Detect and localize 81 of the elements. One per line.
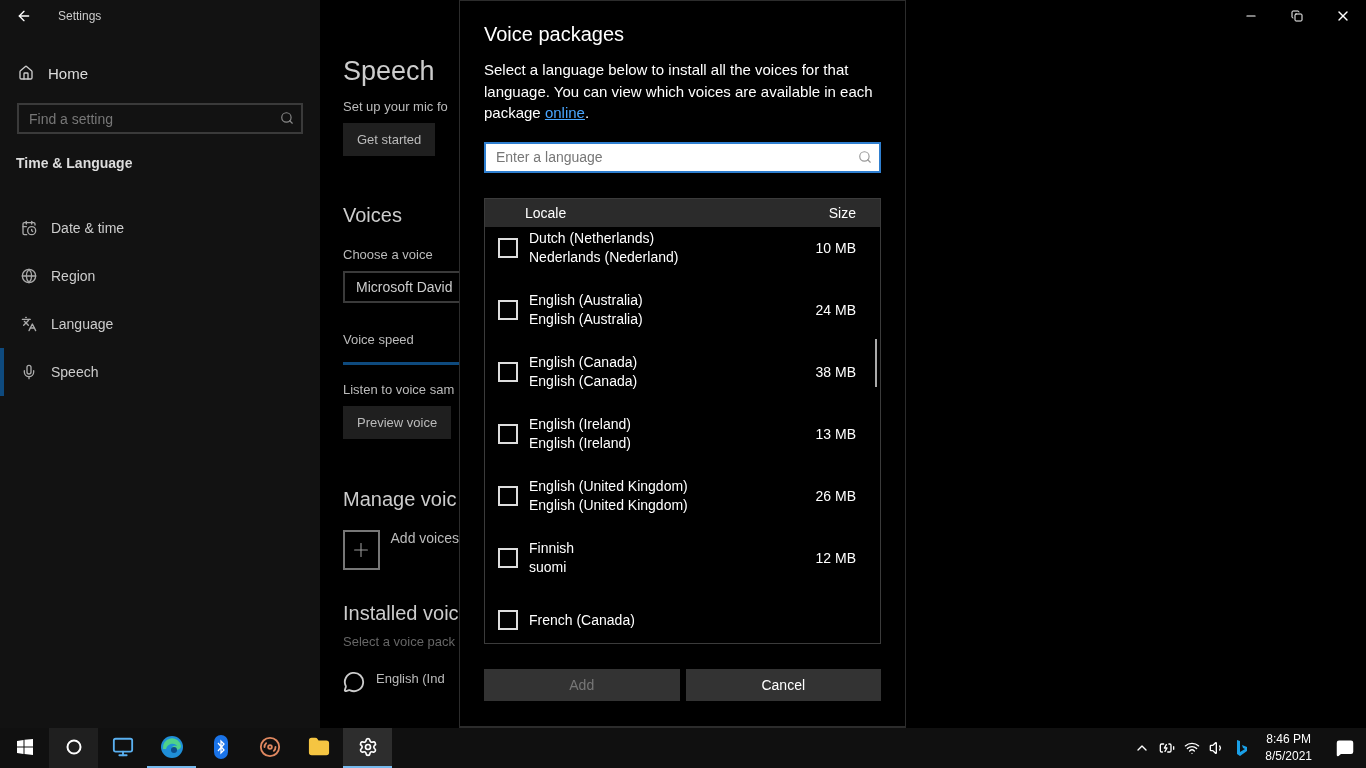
computer-icon (111, 736, 134, 758)
package-size: 12 MB (815, 549, 856, 566)
column-header[interactable]: Size (828, 204, 856, 221)
intro-text: Set up your mic fo (343, 99, 449, 114)
home-icon (18, 65, 34, 81)
dialog-description: Select a language below to install all the voices for that language. You can view which voices are available in each package online. (484, 60, 874, 123)
add-voices-label: Add voices (390, 530, 459, 546)
package-size: 10 MB (815, 239, 856, 256)
locale-name: English (Canada) (529, 353, 639, 371)
microphone-icon (21, 364, 37, 380)
taskbar-clock[interactable]: 8:46 PM 8/5/2021 (1265, 731, 1312, 765)
speech-icon (343, 671, 365, 693)
window-title: Settings (58, 9, 102, 23)
checkbox[interactable] (498, 361, 518, 382)
calendar-icon (21, 220, 37, 236)
preview-voice-button[interactable]: Preview voice (343, 406, 452, 439)
home-link[interactable]: Home (18, 56, 320, 90)
field-label: Listen to voice sam (343, 382, 456, 397)
language-search-field[interactable]: Enter a language (484, 141, 881, 173)
cortana-button[interactable] (49, 728, 98, 768)
locale-name: English (Australia) (529, 291, 644, 309)
windows-logo-icon (16, 739, 33, 755)
locale-native-name: Nederlands (Nederland) (529, 248, 680, 266)
locale-native-name: English (United Kingdom) (529, 496, 689, 514)
package-size: 38 MB (815, 363, 856, 380)
slider-track[interactable] (343, 362, 459, 365)
cancel-button[interactable]: Cancel (685, 668, 881, 701)
locale-name: French (Canada) (529, 610, 636, 629)
wifi-icon (1183, 740, 1200, 756)
language-icon (21, 316, 37, 332)
folder-icon (307, 736, 330, 758)
checkbox[interactable] (498, 547, 518, 568)
section-heading: Voices (343, 204, 403, 227)
bluetooth-icon (213, 735, 228, 759)
section-heading: Installed voic (343, 602, 459, 625)
checkbox[interactable] (498, 299, 518, 320)
hint-text: Select a voice pack (343, 634, 456, 649)
get-started-button[interactable]: Get started (343, 123, 436, 156)
battery-icon (1158, 740, 1175, 756)
online-link[interactable]: online (544, 104, 585, 121)
locale-name: Dutch (Netherlands) (529, 229, 656, 247)
locale-native-name: English (Australia) (529, 310, 644, 328)
locale-native-name: English (Ireland) (529, 434, 632, 452)
section-heading: Time & Language (16, 155, 134, 171)
package-size: 26 MB (815, 487, 856, 504)
package-size: 24 MB (815, 301, 856, 318)
dialog-title: Voice packages (484, 23, 626, 46)
field-label: Choose a voice (343, 247, 434, 262)
bing-icon (1235, 739, 1248, 757)
nav-item[interactable]: Region (0, 252, 320, 300)
locale-name: English (United Kingdom) (529, 477, 689, 495)
checkbox[interactable] (498, 237, 518, 258)
search-field[interactable]: Find a setting (17, 103, 303, 134)
circle-icon (65, 739, 82, 755)
search-icon (280, 111, 294, 125)
locale-native-name: suomi (529, 558, 568, 576)
slider-label: Voice speed (343, 332, 415, 347)
disc-icon (258, 736, 281, 758)
search-icon (858, 149, 872, 164)
locale-name: Finnish (529, 539, 576, 557)
package-size: 13 MB (815, 425, 856, 442)
notifications-icon (1336, 739, 1354, 757)
scrollbar-thumb[interactable] (875, 338, 877, 387)
globe-icon (21, 268, 37, 284)
back-button[interactable] (16, 8, 32, 24)
nav-item[interactable]: Language (0, 300, 320, 348)
taskbar-app[interactable] (343, 728, 392, 768)
checkbox[interactable] (498, 485, 518, 506)
installed-voice[interactable]: English (Ind (376, 671, 445, 686)
gear-icon (357, 737, 378, 757)
restore-icon (1291, 10, 1303, 22)
locale-name: English (Ireland) (529, 415, 632, 433)
column-header[interactable]: Locale (525, 204, 567, 221)
checkbox[interactable] (498, 423, 518, 444)
edge-icon (159, 735, 184, 759)
checkbox[interactable] (498, 609, 518, 630)
add-voices-button[interactable] (343, 530, 380, 570)
nav-item[interactable]: Date & time (0, 204, 320, 252)
page-title: Speech (343, 56, 436, 87)
section-heading: Manage voic (343, 488, 458, 511)
locale-native-name: English (Canada) (529, 372, 639, 390)
